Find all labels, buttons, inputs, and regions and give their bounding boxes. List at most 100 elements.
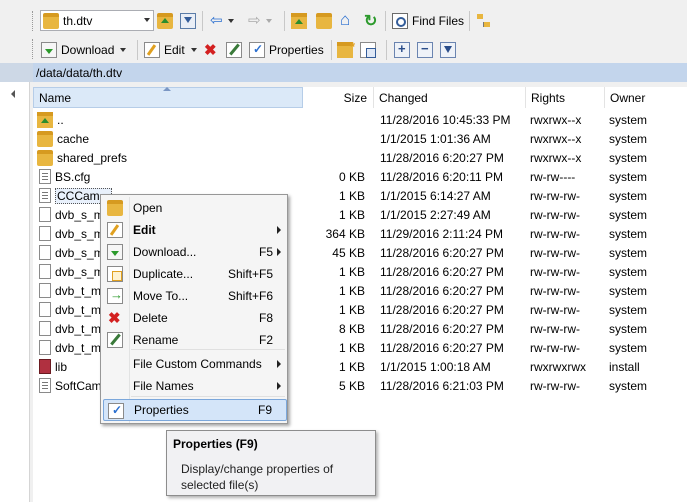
chevron-down-icon[interactable] xyxy=(190,48,197,52)
file-changed: 11/28/2016 6:20:27 PM xyxy=(380,321,504,336)
minus-icon xyxy=(417,41,433,58)
root-directory-button[interactable] xyxy=(316,10,332,32)
file-rights: rw-rw-rw- xyxy=(530,378,580,393)
filter-button[interactable] xyxy=(180,10,196,32)
file-size: 1 KB xyxy=(338,302,365,317)
toolbar-grip[interactable] xyxy=(32,39,35,59)
open-directory-button[interactable] xyxy=(157,10,173,32)
file-row[interactable]: shared_prefs 11/28/2016 6:20:27 PM rwxrwx-… xyxy=(33,148,687,167)
column-header-name-label: Name xyxy=(39,90,72,105)
edit-button[interactable]: Edit xyxy=(141,39,200,61)
column-header-owner[interactable]: Owner xyxy=(605,87,687,108)
file-size: 5 KB xyxy=(338,378,365,393)
menu-item-shortcut: F9 xyxy=(257,403,272,417)
file-rights: rwxrwx--x xyxy=(530,131,582,146)
file-changed: 11/28/2016 6:20:27 PM xyxy=(380,302,504,317)
filter-select-button[interactable] xyxy=(440,39,456,61)
file-changed: 11/28/2016 6:20:27 PM xyxy=(380,340,504,355)
file-name-cell: BS.cfg xyxy=(37,167,297,186)
menu-item-label: Delete xyxy=(133,311,168,325)
file-owner: system xyxy=(609,378,648,393)
tree-icon xyxy=(475,13,491,29)
menu-item-label: File Custom Commands xyxy=(133,357,262,371)
tree-toggle-button[interactable] xyxy=(475,10,491,32)
chevron-down-icon[interactable] xyxy=(228,19,234,23)
file-rights: rwxrwx--x xyxy=(530,112,582,127)
folder-icon xyxy=(37,130,53,147)
file-row[interactable]: .. 11/28/2016 10:45:33 PM rwxrwx--x system xyxy=(33,110,687,129)
unselect-button[interactable] xyxy=(417,39,433,61)
menu-item-label: Download... xyxy=(133,245,197,259)
file-rights: rw-rw-rw- xyxy=(530,283,580,298)
delete-icon xyxy=(107,309,123,327)
download-icon xyxy=(41,42,57,58)
column-header-name[interactable]: Name xyxy=(33,87,303,108)
file-name: dvb_t_m xyxy=(55,340,102,355)
menu-item-download[interactable]: Download... F5 xyxy=(103,241,287,263)
rename-button[interactable] xyxy=(226,39,242,61)
toolbar-grip[interactable] xyxy=(32,11,35,31)
plus-icon xyxy=(394,41,410,58)
column-header-rights[interactable]: Rights xyxy=(526,87,605,108)
file-rights: rw-rw-rw- xyxy=(530,340,580,355)
file-icon xyxy=(39,283,51,298)
delete-button[interactable] xyxy=(203,39,219,61)
menu-item-label: Properties xyxy=(134,403,189,417)
parent-directory-button[interactable] xyxy=(291,10,307,32)
left-panel xyxy=(0,82,30,502)
chevron-down-icon[interactable] xyxy=(120,48,127,52)
tooltip-title: Properties (F9) xyxy=(173,437,258,451)
path-combo[interactable]: th.dtv xyxy=(40,10,154,31)
file-name: dvb_t_m xyxy=(55,302,102,317)
file-owner: system xyxy=(609,340,648,355)
file-rights: rw-rw-rw- xyxy=(530,321,580,336)
file-row[interactable]: BS.cfg 0 KB 11/28/2016 6:20:11 PM rw-rw----… xyxy=(33,167,687,186)
chevron-down-icon[interactable] xyxy=(266,19,272,23)
forward-button[interactable] xyxy=(248,10,272,32)
folder-icon xyxy=(43,12,59,29)
file-rights: rw-rw-rw- xyxy=(530,226,580,241)
column-header-size[interactable]: Size xyxy=(303,87,374,108)
file-changed: 11/28/2016 6:20:11 PM xyxy=(380,169,503,184)
properties-button[interactable]: Properties xyxy=(246,39,327,61)
menu-item-move-to[interactable]: Move To... Shift+F6 xyxy=(103,285,287,307)
menu-item-properties[interactable]: Properties F9 xyxy=(103,399,287,421)
file-icon xyxy=(39,321,51,336)
column-header-owner-label: Owner xyxy=(610,90,646,105)
file-name-cell: cache xyxy=(37,129,297,148)
copy-path-button[interactable] xyxy=(360,39,376,61)
refresh-icon xyxy=(363,11,379,31)
file-icon xyxy=(39,207,51,222)
menu-item-edit[interactable]: Edit xyxy=(103,219,287,241)
chevron-right-icon xyxy=(277,226,281,234)
file-size: 1 KB xyxy=(338,188,365,203)
back-button[interactable] xyxy=(210,10,234,32)
new-folder-button[interactable] xyxy=(337,39,355,61)
filter-icon xyxy=(180,13,196,29)
text-file-icon xyxy=(39,169,51,184)
path-bar[interactable]: /data/data/th.dtv xyxy=(33,63,687,82)
menu-item-open[interactable]: Open xyxy=(103,197,287,219)
root-folder-icon xyxy=(316,13,332,29)
menu-item-rename[interactable]: Rename F2 xyxy=(103,329,287,351)
chevron-down-icon[interactable] xyxy=(144,18,150,22)
menu-item-duplicate[interactable]: Duplicate... Shift+F5 xyxy=(103,263,287,285)
menu-item-shortcut: F5 xyxy=(258,245,273,259)
menu-item-file-names[interactable]: File Names xyxy=(103,375,287,397)
chevron-left-icon[interactable] xyxy=(11,90,15,98)
file-name-cell: .. xyxy=(37,110,297,129)
file-owner: system xyxy=(609,283,648,298)
select-button[interactable] xyxy=(394,39,410,61)
home-button[interactable] xyxy=(340,10,356,32)
menu-item-file-custom-commands[interactable]: File Custom Commands xyxy=(103,353,287,375)
file-name: dvb_s_m xyxy=(55,207,104,222)
column-header-changed[interactable]: Changed xyxy=(374,87,526,108)
download-button[interactable]: Download xyxy=(38,39,129,61)
menu-item-delete[interactable]: Delete F8 xyxy=(103,307,287,329)
file-owner: system xyxy=(609,169,648,184)
column-header-changed-label: Changed xyxy=(379,90,428,105)
file-row[interactable]: cache 1/1/2015 1:01:36 AM rwxrwx--x system xyxy=(33,129,687,148)
properties-icon xyxy=(249,42,265,58)
refresh-button[interactable] xyxy=(363,10,379,32)
find-files-button[interactable]: Find Files xyxy=(389,10,467,32)
